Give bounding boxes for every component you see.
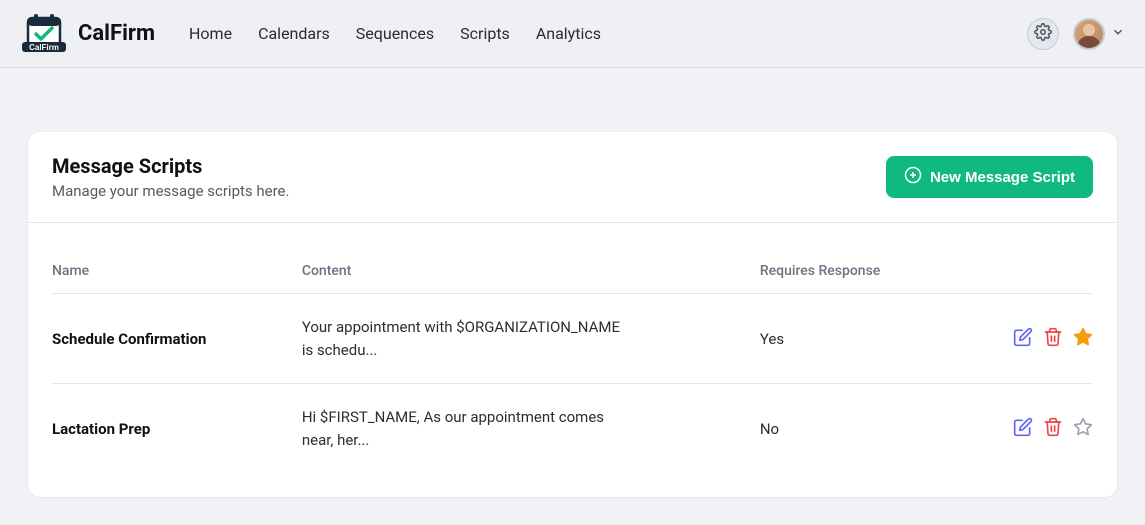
edit-button[interactable]	[1013, 327, 1033, 351]
delete-button[interactable]	[1043, 327, 1063, 351]
card-header: Message Scripts Manage your message scri…	[28, 132, 1117, 223]
user-menu[interactable]	[1073, 18, 1125, 50]
trash-icon	[1043, 417, 1063, 441]
row-name: Lactation Prep	[52, 384, 302, 474]
star-icon	[1073, 327, 1093, 351]
card-body: Name Content Requires Response Schedule …	[28, 223, 1117, 497]
col-header-response: Requires Response	[760, 263, 947, 294]
top-nav: Home Calendars Sequences Scripts Analyti…	[189, 24, 601, 43]
calfirm-logo-icon: CalFirm	[20, 12, 68, 56]
nav-analytics[interactable]: Analytics	[536, 24, 601, 43]
chevron-down-icon	[1111, 24, 1125, 43]
app-header: CalFirm CalFirm Home Calendars Sequences…	[0, 0, 1145, 68]
logo[interactable]: CalFirm CalFirm	[20, 12, 155, 56]
settings-button[interactable]	[1027, 18, 1059, 50]
page-title: Message Scripts	[52, 154, 289, 178]
nav-sequences[interactable]: Sequences	[356, 24, 434, 43]
scripts-table: Name Content Requires Response Schedule …	[52, 263, 1093, 473]
avatar	[1073, 18, 1105, 50]
edit-button[interactable]	[1013, 417, 1033, 441]
trash-icon	[1043, 327, 1063, 351]
row-content: Your appointment with $ORGANIZATION_NAME…	[302, 294, 760, 384]
scripts-card: Message Scripts Manage your message scri…	[28, 132, 1117, 497]
row-content: Hi $FIRST_NAME, As our appointment comes…	[302, 384, 760, 474]
row-response: Yes	[760, 294, 947, 384]
edit-icon	[1013, 417, 1033, 441]
plus-circle-icon	[904, 166, 922, 188]
page-subtitle: Manage your message scripts here.	[52, 182, 289, 200]
new-message-script-button[interactable]: New Message Script	[886, 156, 1093, 198]
delete-button[interactable]	[1043, 417, 1063, 441]
col-header-name: Name	[52, 263, 302, 294]
brand-name: CalFirm	[78, 21, 155, 46]
nav-scripts[interactable]: Scripts	[460, 24, 510, 43]
star-button[interactable]	[1073, 417, 1093, 441]
gear-icon	[1034, 23, 1052, 45]
svg-text:CalFirm: CalFirm	[29, 43, 59, 52]
table-row: Lactation PrepHi $FIRST_NAME, As our app…	[52, 384, 1093, 474]
row-name: Schedule Confirmation	[52, 294, 302, 384]
row-response: No	[760, 384, 947, 474]
star-button[interactable]	[1073, 327, 1093, 351]
edit-icon	[1013, 327, 1033, 351]
table-row: Schedule ConfirmationYour appointment wi…	[52, 294, 1093, 384]
new-script-label: New Message Script	[930, 169, 1075, 186]
nav-calendars[interactable]: Calendars	[258, 24, 330, 43]
star-icon	[1073, 417, 1093, 441]
col-header-content: Content	[302, 263, 760, 294]
header-right	[1027, 18, 1125, 50]
nav-home[interactable]: Home	[189, 24, 232, 43]
